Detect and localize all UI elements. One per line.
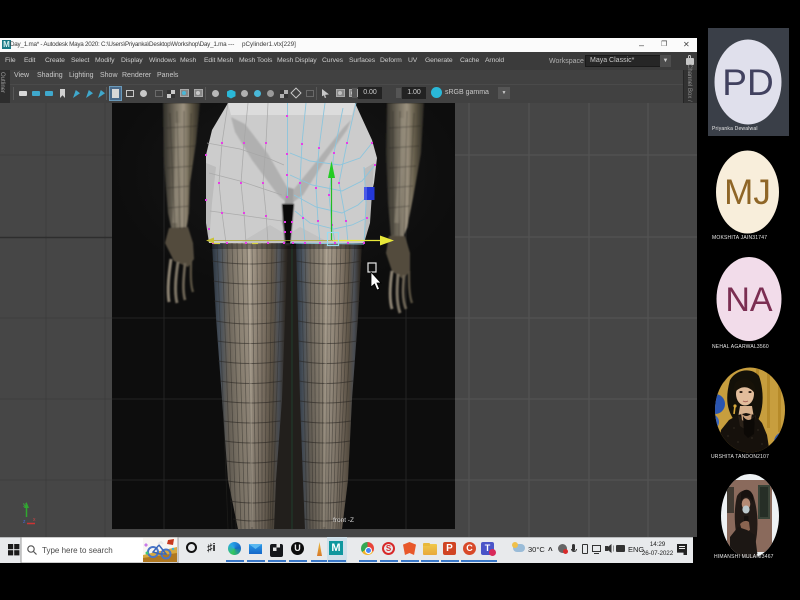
svg-text:NA: NA	[725, 281, 773, 319]
svg-text:z: z	[23, 519, 26, 525]
svg-text:x: x	[33, 517, 36, 523]
svg-text:PD: PD	[722, 62, 773, 103]
svg-text:front -Z: front -Z	[333, 517, 354, 524]
svg-text:MJ: MJ	[724, 173, 771, 212]
